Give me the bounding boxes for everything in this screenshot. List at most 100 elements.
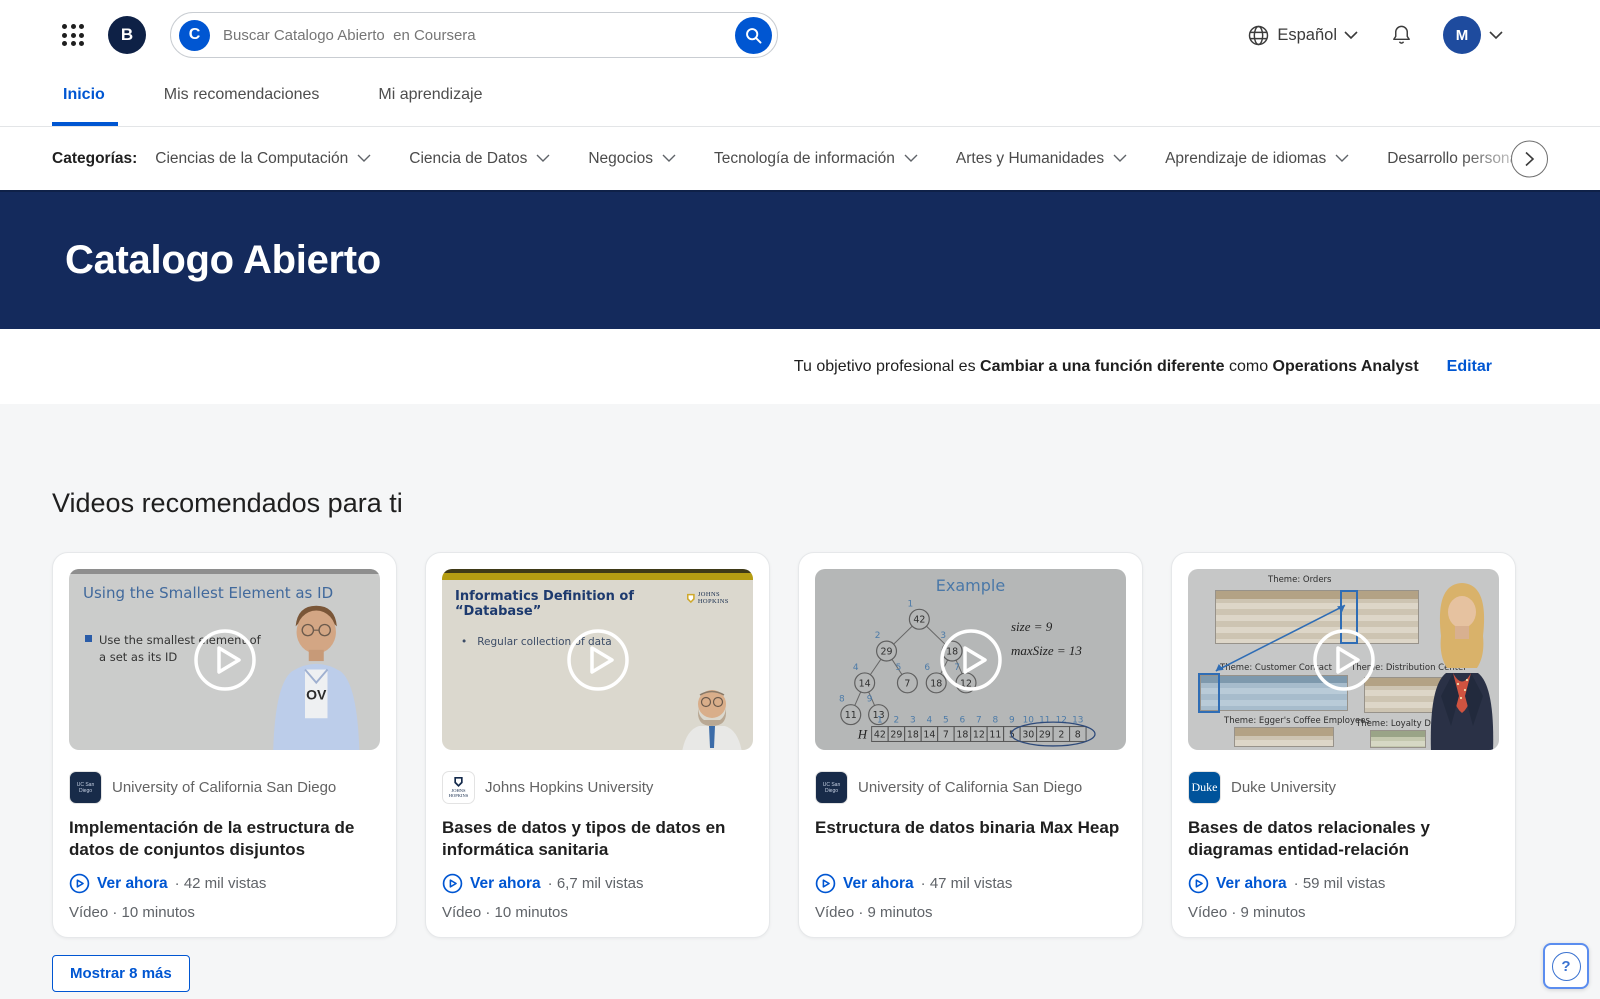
search-input[interactable] — [221, 26, 735, 45]
cta-row: Ver ahora · 59 mil vistas — [1188, 873, 1499, 894]
cta-row: Ver ahora · 42 mil vistas — [69, 873, 380, 894]
apps-grid-button[interactable] — [62, 24, 84, 46]
view-count: · 6,7 mil vistas — [548, 875, 644, 892]
watch-now-link[interactable]: Ver ahora — [815, 873, 914, 894]
career-goal-text: Tu objetivo profesional es Cambiar a una… — [794, 358, 1419, 376]
chevron-down-icon — [357, 154, 371, 163]
chevron-down-icon — [1344, 31, 1358, 40]
play-icon — [566, 628, 630, 692]
chevron-right-icon — [1524, 150, 1535, 167]
video-title[interactable]: Implementación de la estructura de datos… — [69, 817, 380, 862]
video-title[interactable]: Bases de datos relacionales y diagramas … — [1188, 817, 1499, 862]
hero-banner: Catalogo Abierto — [0, 190, 1600, 329]
globe-icon — [1247, 24, 1270, 47]
tab-mis-recomendaciones[interactable]: Mis recomendaciones — [164, 70, 320, 126]
notifications-button[interactable] — [1390, 23, 1413, 47]
video-thumbnail[interactable]: Using the Smallest Element as ID Use the… — [69, 569, 380, 750]
category-item[interactable]: Artes y Humanidades — [956, 150, 1127, 168]
watch-now-link[interactable]: Ver ahora — [69, 873, 168, 894]
play-overlay[interactable] — [1188, 569, 1499, 750]
categories-list: Ciencias de la Computación Ciencia de Dat… — [155, 150, 1600, 168]
video-thumbnail[interactable]: Informatics Definition of “Database” JOH… — [442, 569, 753, 750]
video-thumbnail[interactable]: Theme: Orders Theme: Customer Contact Th… — [1188, 569, 1499, 750]
primary-tabs: Inicio Mis recomendaciones Mi aprendizaj… — [0, 70, 1600, 126]
play-circle-icon — [1188, 873, 1209, 894]
video-meta: Vídeo · 9 minutos — [815, 904, 1126, 921]
edit-goal-link[interactable]: Editar — [1441, 357, 1498, 377]
main-content: Videos recomendados para ti Using the Sm… — [0, 404, 1600, 992]
cta-row: Ver ahora · 47 mil vistas — [815, 873, 1126, 894]
video-meta: Vídeo · 10 minutos — [69, 904, 380, 921]
category-label: Desarrollo personal — [1387, 150, 1521, 168]
categories-label: Categorías: — [52, 150, 137, 168]
partner-row: Duke Duke University — [1188, 771, 1499, 804]
categories-bar: Categorías: Ciencias de la ComputaciónCi… — [0, 126, 1600, 190]
category-label: Negocios — [588, 150, 653, 168]
play-overlay[interactable] — [69, 569, 380, 750]
categories-next-button[interactable] — [1511, 140, 1548, 177]
search-bar: C — [170, 12, 778, 58]
category-label: Ciencias de la Computación — [155, 150, 348, 168]
partner-name: University of California San Diego — [858, 779, 1082, 796]
partner-row: UC San Diego University of California Sa… — [815, 771, 1126, 804]
video-title[interactable]: Estructura de datos binaria Max Heap — [815, 817, 1126, 839]
chevron-down-icon — [1113, 154, 1127, 163]
top-bar: B C Español — [0, 0, 1600, 126]
partner-logo: UC San Diego — [69, 771, 102, 804]
category-label: Artes y Humanidades — [956, 150, 1104, 168]
tab-inicio[interactable]: Inicio — [63, 70, 105, 126]
category-label: Salud — [1560, 150, 1600, 168]
partner-name: Duke University — [1231, 779, 1336, 796]
bell-icon — [1390, 23, 1413, 47]
video-title[interactable]: Bases de datos y tipos de datos en infor… — [442, 817, 753, 862]
tab-mi-aprendizaje[interactable]: Mi aprendizaje — [378, 70, 482, 126]
partner-name: Johns Hopkins University — [485, 779, 653, 796]
play-icon — [939, 628, 1003, 692]
video-card: Using the Smallest Element as ID Use the… — [52, 552, 397, 938]
play-circle-icon — [442, 873, 463, 894]
play-overlay[interactable] — [442, 569, 753, 750]
play-circle-icon — [69, 873, 90, 894]
show-more-button[interactable]: Mostrar 8 más — [52, 955, 190, 992]
language-selector[interactable]: Español — [1247, 24, 1358, 47]
category-item[interactable]: Ciencias de la Computación — [155, 150, 371, 168]
partner-logo: Duke — [1188, 771, 1221, 804]
category-item[interactable]: Aprendizaje de idiomas — [1165, 150, 1349, 168]
video-cards-row: Using the Smallest Element as ID Use the… — [52, 552, 1548, 938]
section-title: Videos recomendados para ti — [52, 488, 1548, 519]
category-item[interactable]: Salud — [1560, 150, 1600, 168]
video-meta: Vídeo · 9 minutos — [1188, 904, 1499, 921]
video-thumbnail[interactable]: Example 42129218314475186127118139421292… — [815, 569, 1126, 750]
play-icon — [1312, 628, 1376, 692]
question-mark-icon: ? — [1552, 952, 1581, 981]
video-card: Example 42129218314475186127118139421292… — [798, 552, 1143, 938]
video-card: Informatics Definition of “Database” JOH… — [425, 552, 770, 938]
org-logo[interactable]: B — [108, 16, 146, 54]
category-item[interactable]: Negocios — [588, 150, 676, 168]
partner-name: University of California San Diego — [112, 779, 336, 796]
chevron-down-icon — [904, 154, 918, 163]
profile-avatar: M — [1443, 16, 1481, 54]
profile-menu-button[interactable]: M — [1443, 16, 1503, 54]
partner-row: UC San Diego University of California Sa… — [69, 771, 380, 804]
watch-now-link[interactable]: Ver ahora — [1188, 873, 1287, 894]
category-label: Aprendizaje de idiomas — [1165, 150, 1326, 168]
career-goal-bar: Tu objetivo profesional es Cambiar a una… — [0, 329, 1600, 404]
video-meta: Vídeo · 10 minutos — [442, 904, 753, 921]
view-count: · 42 mil vistas — [175, 875, 267, 892]
search-button[interactable] — [735, 17, 772, 54]
view-count: · 47 mil vistas — [921, 875, 1013, 892]
page-title: Catalogo Abierto — [65, 238, 381, 283]
chevron-down-icon — [536, 154, 550, 163]
category-item[interactable]: Desarrollo personal — [1387, 150, 1521, 168]
play-overlay[interactable] — [815, 569, 1126, 750]
help-button[interactable]: ? — [1543, 943, 1589, 989]
magnifier-icon — [744, 26, 763, 45]
language-label: Español — [1277, 26, 1337, 45]
video-card: Theme: Orders Theme: Customer Contact Th… — [1171, 552, 1516, 938]
category-item[interactable]: Tecnología de información — [714, 150, 918, 168]
category-item[interactable]: Ciencia de Datos — [409, 150, 550, 168]
category-label: Ciencia de Datos — [409, 150, 527, 168]
partner-row: JOHNS HOPKINS Johns Hopkins University — [442, 771, 753, 804]
watch-now-link[interactable]: Ver ahora — [442, 873, 541, 894]
